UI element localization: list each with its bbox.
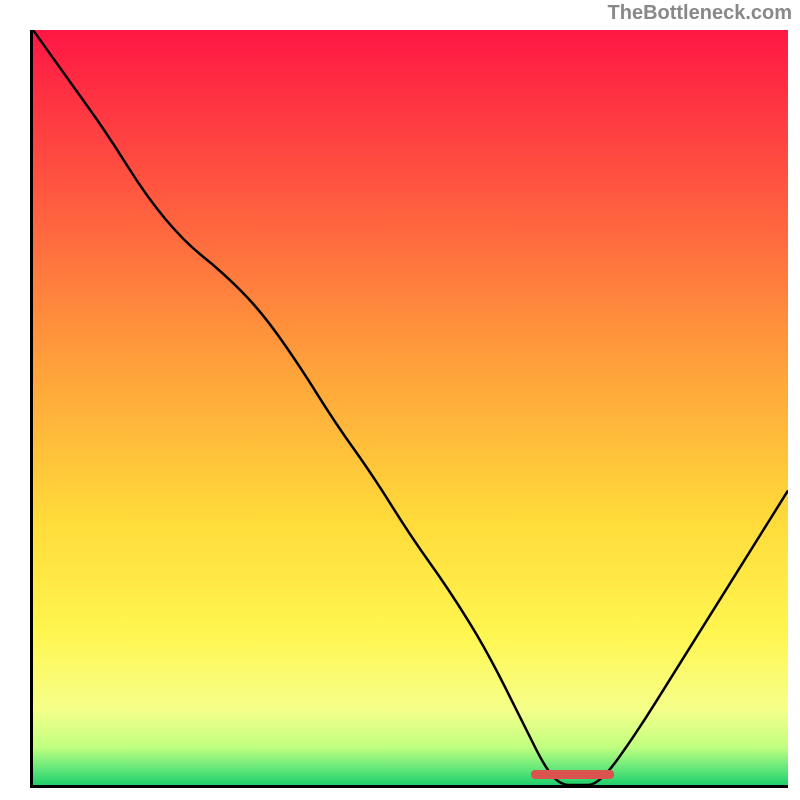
- bottleneck-curve: [33, 30, 788, 785]
- optimal-range-marker: [531, 770, 614, 779]
- chart-container: TheBottleneck.com: [0, 0, 800, 800]
- plot-area: [30, 30, 788, 788]
- watermark-text: TheBottleneck.com: [608, 2, 792, 25]
